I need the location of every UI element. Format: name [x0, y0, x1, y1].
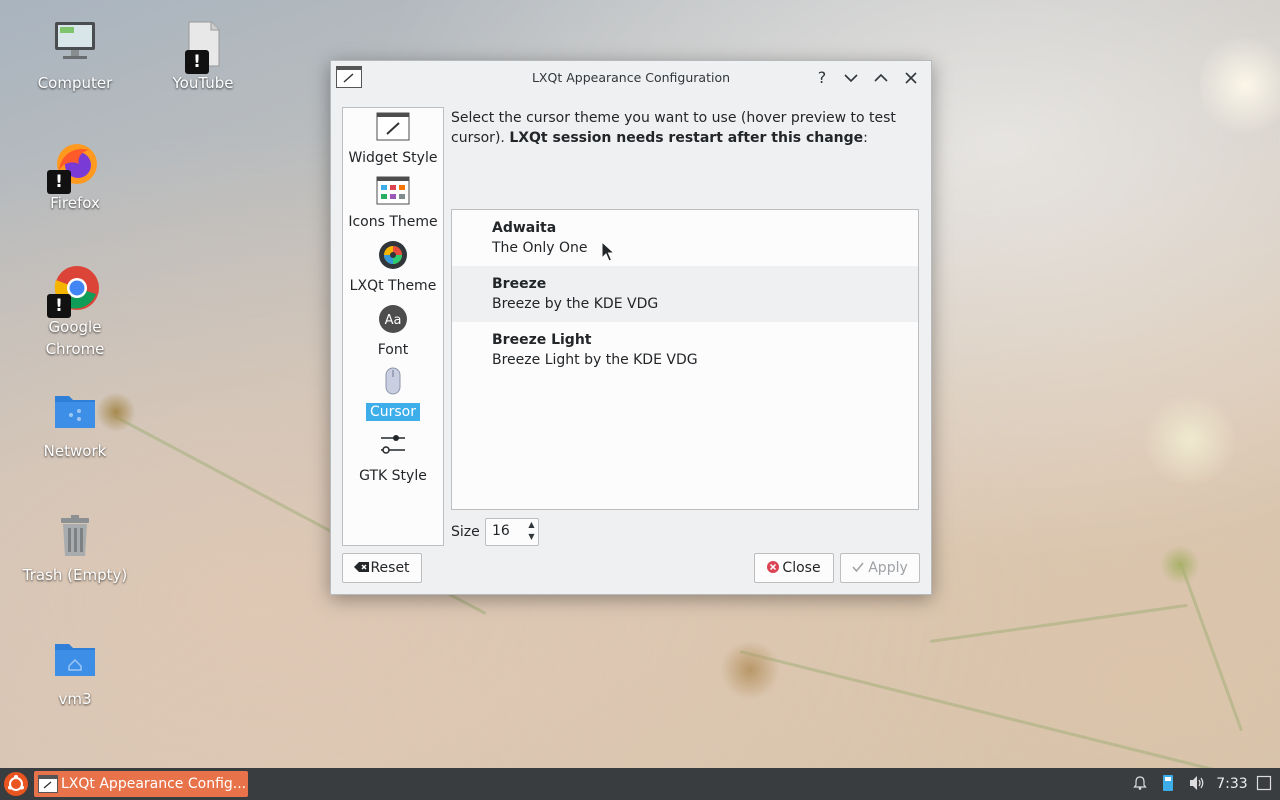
sidebar-item-label: Widget Style: [348, 150, 438, 166]
desktop-icon-vm3[interactable]: vm3: [20, 636, 130, 710]
chevron-up-icon: [874, 73, 888, 82]
sidebar-item-gtk-style[interactable]: GTK Style: [343, 430, 443, 485]
maximize-button[interactable]: [870, 67, 892, 89]
volume-icon[interactable]: [1186, 768, 1208, 800]
warning-icon: !: [47, 170, 71, 194]
spin-up-icon[interactable]: ▲: [526, 519, 537, 531]
sidebar-item-label: Icons Theme: [348, 214, 438, 230]
desktop-icon-google-chrome[interactable]: ! Google Chrome: [20, 264, 130, 360]
sidebar-item-widget-style[interactable]: Widget Style: [343, 112, 443, 167]
appearance-config-window: LXQt Appearance Configuration ? Widget S…: [330, 60, 932, 595]
chevron-down-icon: [844, 74, 858, 83]
clock[interactable]: 7:33: [1212, 768, 1252, 800]
close-circle-icon: [767, 561, 780, 573]
cursor-mouse-icon: [376, 366, 410, 400]
spin-down-icon[interactable]: ▼: [526, 531, 537, 543]
font-icon: Aa: [376, 304, 410, 338]
description-end: :: [863, 130, 868, 146]
desktop-icon-computer[interactable]: Computer: [20, 20, 130, 94]
close-button[interactable]: Close: [754, 553, 834, 583]
theme-name: Adwaita: [492, 220, 557, 236]
size-spinbox[interactable]: 16 ▲ ▼: [485, 518, 539, 546]
desktop-icon-label: Network: [43, 442, 107, 460]
file-icon: !: [179, 20, 227, 74]
chrome-icon: !: [47, 264, 99, 318]
title-bar[interactable]: LXQt Appearance Configuration ?: [331, 61, 931, 95]
close-label: Close: [782, 560, 821, 576]
cursor-theme-list[interactable]: Adwaita The Only One Breeze Breeze by th…: [451, 209, 919, 510]
list-item[interactable]: Breeze Light Breeze Light by the KDE VDG: [452, 322, 918, 378]
check-icon: [852, 562, 864, 573]
reset-label: Reset: [370, 560, 410, 576]
gtk-style-icon: [376, 430, 410, 464]
size-value: 16: [492, 523, 510, 539]
desktop-icon-youtube[interactable]: ! YouTube: [148, 20, 258, 94]
sidebar-item-label: Cursor: [365, 403, 421, 421]
theme-name: Breeze: [492, 276, 547, 292]
sidebar-item-cursor[interactable]: Cursor: [343, 366, 443, 421]
computer-icon: [51, 20, 99, 68]
removable-drive-icon[interactable]: [1158, 768, 1178, 800]
desktop-icon-label: Firefox: [50, 194, 100, 212]
sidebar-item-lxqt-theme[interactable]: LXQt Theme: [343, 240, 443, 295]
theme-comment: The Only One: [492, 240, 588, 256]
home-folder-icon: [51, 636, 99, 684]
category-sidebar: Widget Style Icons Theme LXQt Theme Aa F…: [342, 107, 444, 546]
show-desktop-icon[interactable]: [1254, 768, 1274, 800]
desktop-icon-label: vm3: [58, 690, 92, 708]
theme-comment: Breeze by the KDE VDG: [492, 296, 659, 312]
warning-icon: !: [185, 50, 209, 74]
size-label: Size: [451, 524, 480, 540]
lxqt-theme-icon: [376, 240, 410, 274]
desktop-icon-trash[interactable]: Trash (Empty): [20, 512, 130, 586]
cursor-description: Select the cursor theme you want to use …: [451, 108, 911, 148]
desktop-icon-firefox[interactable]: ! Firefox: [20, 140, 130, 214]
warning-icon: !: [47, 294, 71, 318]
close-window-button[interactable]: [900, 67, 922, 89]
sidebar-item-label: LXQt Theme: [349, 278, 437, 294]
apply-label: Apply: [868, 560, 908, 576]
sidebar-item-icons-theme[interactable]: Icons Theme: [343, 176, 443, 231]
brush-icon: [376, 112, 410, 146]
theme-comment: Breeze Light by the KDE VDG: [492, 352, 698, 368]
firefox-icon: !: [47, 140, 99, 194]
sidebar-item-font[interactable]: Aa Font: [343, 304, 443, 359]
app-window-icon: [38, 775, 58, 793]
backspace-icon: [354, 562, 370, 572]
restart-notice: LXQt session needs restart after this ch…: [509, 130, 864, 146]
application-menu-button[interactable]: [4, 772, 28, 796]
task-label: LXQt Appearance Config...: [61, 776, 247, 792]
mouse-pointer-icon: [601, 241, 615, 262]
help-button[interactable]: ?: [811, 67, 833, 89]
taskbar: LXQt Appearance Config... 7:33: [0, 768, 1280, 800]
list-item[interactable]: Breeze Breeze by the KDE VDG: [452, 266, 918, 322]
desktop-icon-label: Computer: [37, 74, 113, 92]
sidebar-item-label: GTK Style: [359, 468, 427, 484]
desktop-icon-label: Trash (Empty): [22, 566, 128, 584]
notification-bell-icon[interactable]: [1130, 768, 1150, 800]
reset-button[interactable]: Reset: [342, 553, 422, 583]
sidebar-item-label: Font: [377, 342, 409, 358]
network-folder-icon: [51, 388, 99, 436]
ubuntu-logo-icon: [8, 775, 24, 791]
list-item[interactable]: Adwaita The Only One: [452, 210, 918, 266]
desktop-icon-network[interactable]: Network: [20, 388, 130, 462]
close-icon: [905, 72, 917, 84]
taskbar-task-appearance-config[interactable]: LXQt Appearance Config...: [34, 771, 248, 797]
icons-theme-icon: [376, 176, 410, 210]
theme-name: Breeze Light: [492, 332, 592, 348]
apply-button[interactable]: Apply: [840, 553, 920, 583]
minimize-button[interactable]: [840, 67, 862, 89]
svg-text:Aa: Aa: [385, 313, 402, 328]
desktop-icon-label: YouTube: [172, 74, 234, 92]
trash-icon: [51, 512, 99, 560]
desktop-icon-label: Google Chrome: [45, 318, 105, 358]
